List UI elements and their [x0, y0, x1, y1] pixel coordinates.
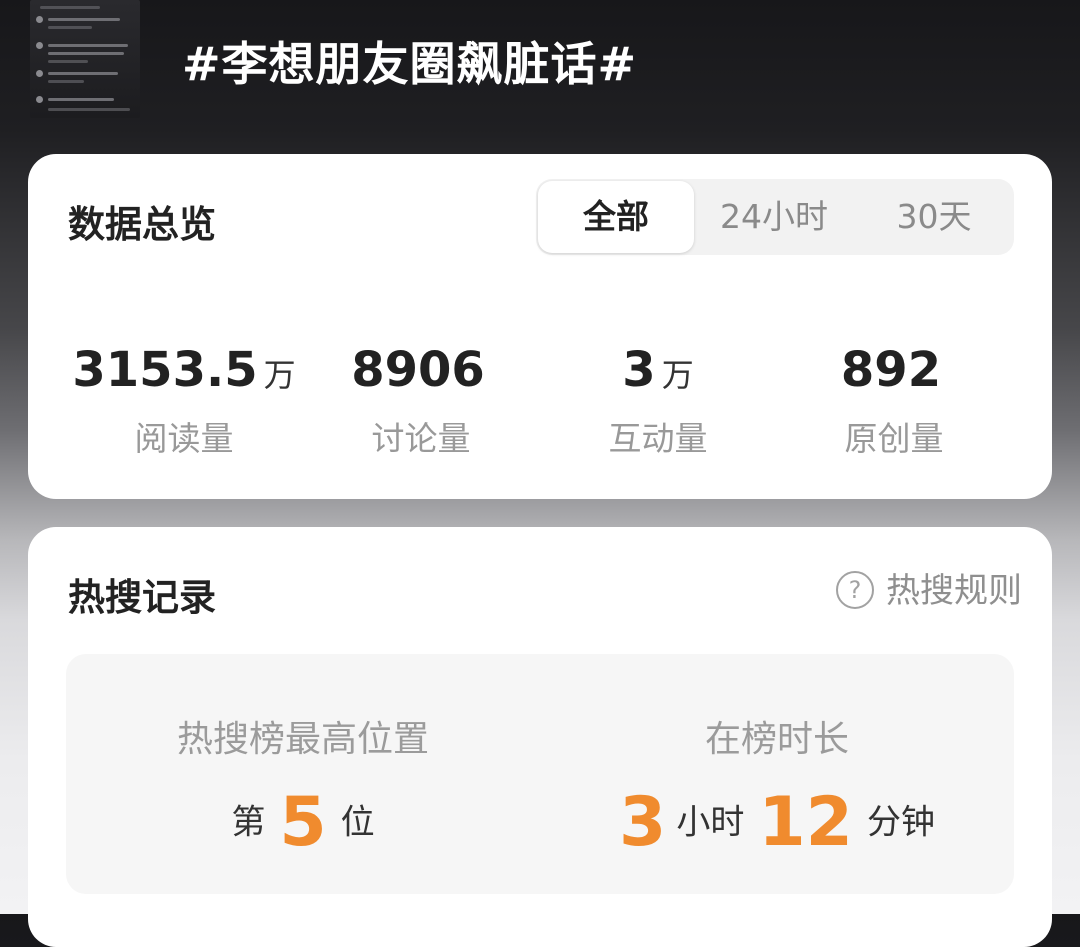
stat-label: 原创量 — [844, 419, 944, 458]
stat-unit: 万 — [661, 356, 694, 394]
hot-search-title: 热搜记录 — [68, 576, 216, 619]
duration-minutes-value: 12 — [758, 782, 853, 862]
hot-search-record-card: 热搜记录 ? 热搜规则 热搜榜最高位置 第5位 在榜时长 3 小时 12 分钟 — [28, 527, 1052, 947]
stat-unit: 万 — [263, 356, 296, 394]
position-suffix: 位 — [340, 802, 375, 843]
data-overview-card: 数据总览 全部 24小时 30天 3153.5 万 阅读量 8906 讨论量 3万… — [28, 154, 1052, 499]
hours-unit: 小时 — [676, 802, 745, 843]
position-prefix: 第 — [231, 802, 266, 843]
stat-label: 阅读量 — [134, 419, 234, 458]
tab-all[interactable]: 全部 — [538, 181, 694, 253]
stat-interaction-count: 3万 互动量 — [538, 340, 778, 460]
stat-discussion-count: 8906 讨论量 — [301, 340, 541, 460]
stat-value: 3153.5 — [72, 342, 258, 398]
duration-hours-value: 3 — [619, 782, 667, 862]
highest-position-section: 热搜榜最高位置 第5位 — [66, 654, 540, 862]
overview-title: 数据总览 — [68, 203, 216, 246]
tab-24-hours[interactable]: 24小时 — [694, 179, 854, 255]
highest-position-value: 5 — [279, 782, 327, 862]
rules-label: 热搜规则 — [886, 571, 1022, 611]
hot-search-stats-box: 热搜榜最高位置 第5位 在榜时长 3 小时 12 分钟 — [66, 654, 1014, 894]
tab-30-days[interactable]: 30天 — [854, 179, 1014, 255]
duration-title: 在榜时长 — [704, 719, 849, 760]
stat-value: 892 — [840, 342, 942, 398]
hot-search-rules-link[interactable]: ? 热搜规则 — [836, 570, 1022, 611]
topic-thumbnail — [30, 0, 140, 118]
topic-title: #李想朋友圈飙脏话# — [182, 37, 638, 91]
stat-value: 8906 — [351, 342, 485, 398]
stat-read-count: 3153.5 万 阅读量 — [64, 340, 304, 460]
minutes-unit: 分钟 — [866, 802, 935, 843]
stat-value: 3 — [622, 342, 656, 398]
highest-position-title: 热搜榜最高位置 — [176, 719, 429, 760]
help-circle-icon: ? — [836, 570, 874, 609]
time-range-tabs: 全部 24小时 30天 — [536, 179, 1014, 255]
duration-section: 在榜时长 3 小时 12 分钟 — [540, 654, 1014, 862]
stat-label: 讨论量 — [371, 419, 471, 458]
stat-original-count: 892 原创量 — [774, 340, 1014, 460]
stat-label: 互动量 — [608, 419, 708, 458]
